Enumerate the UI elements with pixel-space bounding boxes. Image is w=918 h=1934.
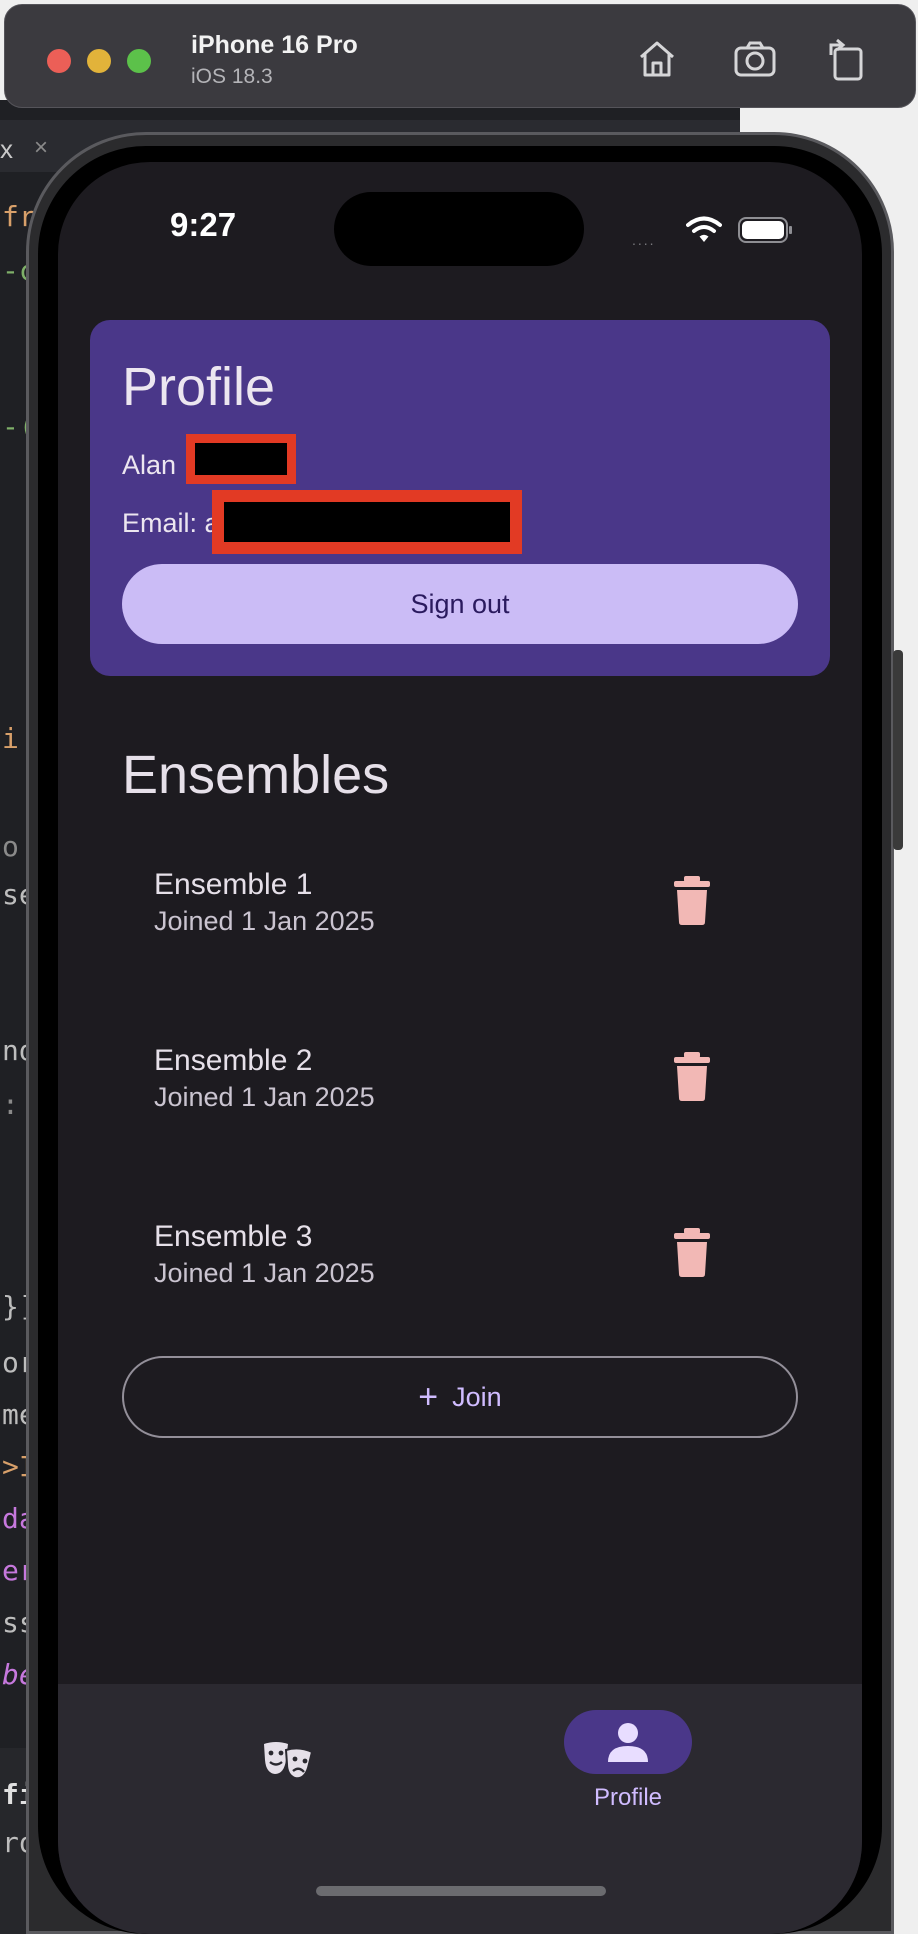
sign-out-button[interactable]: Sign out <box>122 564 798 644</box>
ensemble-joined-date: Joined 1 Jan 2025 <box>154 1082 375 1112</box>
simulator-title-bar: iPhone 16 Pro iOS 18.3 <box>4 4 916 108</box>
profile-email: Email: a <box>122 508 220 538</box>
plus-icon: + <box>418 1378 439 1416</box>
ensemble-joined-date: Joined 1 Jan 2025 <box>154 1258 375 1288</box>
join-button[interactable]: + Join <box>122 1356 798 1438</box>
home-icon[interactable] <box>633 35 681 83</box>
editor-tab-close-icon[interactable]: × <box>34 134 48 162</box>
join-label: Join <box>452 1381 502 1412</box>
delete-icon[interactable] <box>670 1226 714 1278</box>
device-name: iPhone 16 Pro <box>191 31 358 59</box>
ensembles-title: Ensembles <box>122 745 390 805</box>
ensemble-name: Ensemble 1 <box>154 868 313 901</box>
screenshot-icon[interactable] <box>731 35 779 83</box>
theater-masks-icon[interactable] <box>262 1740 314 1780</box>
dynamic-island <box>334 192 584 266</box>
redaction-box-email <box>212 490 522 554</box>
nav-profile-tab[interactable] <box>564 1710 692 1774</box>
list-item[interactable]: Ensemble 2 Joined 1 Jan 2025 <box>122 1028 798 1148</box>
ensemble-joined-date: Joined 1 Jan 2025 <box>154 906 375 936</box>
battery-icon <box>738 217 792 243</box>
code-fragment: : <box>2 1088 19 1121</box>
bottom-navigation: Profile <box>58 1684 862 1934</box>
list-item[interactable]: Ensemble 3 Joined 1 Jan 2025 <box>122 1204 798 1324</box>
editor-tab-label[interactable]: x <box>0 134 13 165</box>
ensemble-name: Ensemble 2 <box>154 1044 313 1077</box>
minimize-window-button[interactable] <box>87 49 111 73</box>
code-fragment: i <box>2 722 19 755</box>
ensemble-name: Ensemble 3 <box>154 1220 313 1253</box>
os-version: iOS 18.3 <box>191 65 273 88</box>
profile-name: Alan <box>122 450 177 480</box>
close-window-button[interactable] <box>47 49 71 73</box>
person-icon <box>608 1723 648 1762</box>
phone-side-button <box>893 650 903 850</box>
delete-icon[interactable] <box>670 874 714 926</box>
code-fragment: o <box>2 830 19 863</box>
list-item[interactable]: Ensemble 1 Joined 1 Jan 2025 <box>122 852 798 972</box>
profile-title: Profile <box>122 357 276 417</box>
nav-profile-label[interactable]: Profile <box>556 1784 700 1812</box>
app-screen: 9:27 .... Profile Alan Email: a Sign out… <box>58 162 862 1934</box>
redaction-box-name <box>186 434 296 484</box>
cellular-signal-icon: .... <box>632 232 656 248</box>
home-indicator <box>316 1886 606 1896</box>
wifi-icon <box>686 216 722 242</box>
status-time: 9:27 <box>170 206 237 243</box>
rotate-icon[interactable] <box>823 35 871 83</box>
profile-card: Profile Alan Email: a Sign out <box>90 320 830 676</box>
delete-icon[interactable] <box>670 1050 714 1102</box>
zoom-window-button[interactable] <box>127 49 151 73</box>
